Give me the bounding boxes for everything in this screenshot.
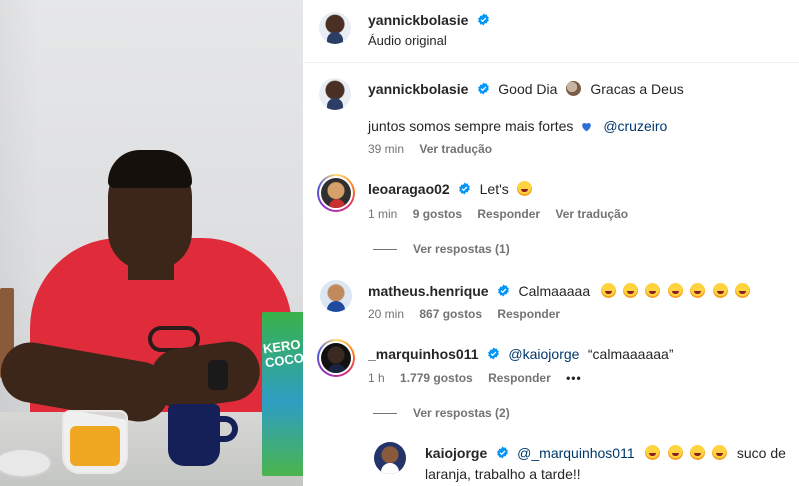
matheus-henrique-avatar[interactable] — [320, 280, 352, 312]
verified-badge-icon — [477, 13, 489, 26]
comment-2-meta: 20 min 867 gostos Responder — [368, 307, 572, 321]
caption-username[interactable]: yannickbolasie — [368, 81, 468, 97]
verified-badge-icon — [496, 446, 508, 459]
replies-dash — [373, 412, 397, 414]
kaiojorge-avatar[interactable] — [374, 442, 406, 474]
replies-dash — [373, 248, 397, 250]
reply-text-a: suco de — [736, 445, 786, 461]
person-hair — [108, 150, 192, 188]
kaiojorge-mention-link[interactable]: @kaiojorge — [508, 346, 579, 362]
blue-mug — [168, 404, 220, 466]
laughing-emoji-icon — [517, 181, 533, 196]
marquinhos011-avatar[interactable] — [321, 343, 351, 373]
reply-text-b: laranja, trabalho a tarde!! — [425, 466, 581, 482]
comment-2-username[interactable]: matheus.henrique — [368, 283, 489, 299]
comment-2-text: Calmaaaaa — [518, 283, 591, 299]
comment-1-likes[interactable]: 9 gostos — [413, 207, 462, 221]
comment-1-reply-button[interactable]: Responder — [477, 207, 540, 221]
rofl-emoji-icon — [600, 283, 616, 298]
reply-emojis — [645, 445, 735, 462]
rofl-emoji-icon — [645, 283, 661, 298]
carton-label: KERO COCO — [262, 336, 303, 371]
caption-meta: 39 min Ver tradução — [368, 142, 504, 156]
blue-heart-icon — [582, 122, 591, 132]
leoaragao02-avatar[interactable] — [321, 178, 351, 208]
comment-3-reply-button[interactable]: Responder — [488, 371, 551, 385]
comment-1-meta: 1 min 9 gostos Responder Ver tradução — [368, 207, 640, 221]
original-audio-link[interactable]: Áudio original — [368, 33, 447, 48]
rofl-emoji-icon — [690, 283, 706, 298]
comment-2-emojis — [600, 283, 754, 300]
header-avatar[interactable] — [319, 12, 351, 44]
story-ring[interactable] — [317, 174, 355, 212]
caption-translate-link[interactable]: Ver tradução — [419, 142, 492, 156]
comment-2-time: 20 min — [368, 307, 405, 321]
comments-panel: yannickbolasie Áudio original yannickbol… — [303, 0, 799, 486]
more-options-icon[interactable]: ••• — [566, 371, 582, 385]
rofl-emoji-icon — [667, 283, 683, 298]
comment-1-view-replies[interactable]: Ver respostas (1) — [373, 242, 510, 256]
comment-3-view-replies[interactable]: Ver respostas (2) — [373, 406, 510, 420]
caption-text-a: Good Dia — [498, 81, 558, 97]
caption-avatar[interactable] — [319, 78, 351, 110]
caption-text-c: juntos somos sempre mais fortes — [368, 118, 574, 134]
post-photo[interactable]: KERO COCO — [0, 0, 303, 486]
table — [0, 412, 303, 486]
caption-time: 39 min — [368, 142, 405, 156]
story-ring[interactable] — [317, 339, 355, 377]
cruzeiro-mention-link[interactable]: @cruzeiro — [603, 118, 667, 134]
verified-badge-icon — [498, 284, 509, 297]
rofl-emoji-icon — [712, 445, 728, 460]
verified-badge-icon — [488, 347, 499, 360]
comment-3-line: _marquinhos011 @kaiojorge “calmaaaaaa” — [368, 346, 674, 364]
header-user-row: yannickbolasie — [368, 12, 490, 30]
caption-line-1: yannickbolasie Good Dia Gracas a Deus — [368, 81, 684, 99]
smartwatch — [208, 360, 228, 390]
comment-3-time: 1 h — [368, 371, 385, 385]
comment-1-time: 1 min — [368, 207, 398, 221]
rofl-emoji-icon — [645, 445, 661, 460]
rofl-emoji-icon — [735, 283, 751, 298]
comment-3-text: “calmaaaaaa” — [587, 346, 674, 362]
caption-line-2: juntos somos sempre mais fortes @cruzeir… — [368, 118, 667, 136]
header-username[interactable]: yannickbolasie — [368, 12, 468, 28]
rofl-emoji-icon — [623, 283, 639, 298]
mango-pieces — [70, 426, 120, 466]
post-header: yannickbolasie Áudio original — [303, 0, 799, 63]
reply-line-2: laranja, trabalho a tarde!! — [425, 466, 581, 484]
comment-3-username[interactable]: _marquinhos011 — [368, 346, 479, 362]
comment-2-reply-button[interactable]: Responder — [497, 307, 560, 321]
comment-2-line: matheus.henrique Calmaaaaa — [368, 283, 753, 301]
reply-username[interactable]: kaiojorge — [425, 445, 487, 461]
comment-3-likes[interactable]: 1.779 gostos — [400, 371, 473, 385]
comment-3-view-replies-label: Ver respostas (2) — [413, 406, 510, 420]
coconut-emoji-icon — [565, 81, 581, 96]
comment-1-line: leoaragao02 Let's — [368, 181, 535, 199]
rofl-emoji-icon — [712, 283, 728, 298]
comment-2-likes[interactable]: 867 gostos — [419, 307, 482, 321]
rofl-emoji-icon — [667, 445, 683, 460]
comment-1-view-replies-label: Ver respostas (1) — [413, 242, 510, 256]
comment-1-text: Let's — [479, 181, 509, 197]
verified-badge-icon — [459, 182, 471, 195]
comment-1-translate-link[interactable]: Ver tradução — [555, 207, 628, 221]
comment-3-meta: 1 h 1.779 gostos Responder ••• — [368, 371, 594, 385]
rofl-emoji-icon — [689, 445, 705, 460]
caption-text-b: Gracas a Deus — [590, 81, 684, 97]
reply-line-1: kaiojorge @_marquinhos011 suco de — [425, 445, 786, 463]
marquinhos-mention-link[interactable]: @_marquinhos011 — [517, 445, 634, 461]
verified-badge-icon — [477, 82, 489, 95]
comment-1-username[interactable]: leoaragao02 — [368, 181, 450, 197]
